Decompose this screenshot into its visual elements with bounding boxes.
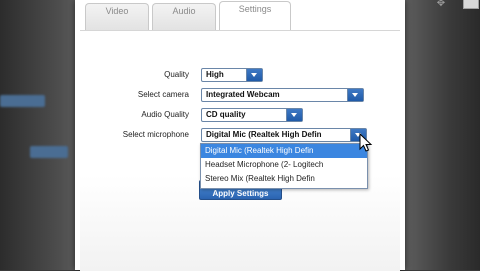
quality-select[interactable]: High xyxy=(201,68,263,82)
tab-video[interactable]: Video xyxy=(85,3,149,31)
quality-row: Quality High xyxy=(0,68,480,82)
audio-quality-select[interactable]: CD quality xyxy=(201,108,303,122)
move-icon[interactable]: ✥ xyxy=(435,0,447,9)
microphone-row: Select microphone Digital Mic (Realtek H… xyxy=(0,128,480,142)
background-blurred-button xyxy=(30,146,68,158)
microphone-option[interactable]: Stereo Mix (Realtek High Defin xyxy=(201,172,367,186)
audio-quality-value: CD quality xyxy=(206,110,246,119)
tab-settings[interactable]: Settings xyxy=(219,1,291,31)
audio-quality-label: Audio Quality xyxy=(141,110,189,119)
tab-audio[interactable]: Audio xyxy=(152,3,216,31)
chevron-down-icon[interactable] xyxy=(286,109,302,121)
quality-value: High xyxy=(206,70,224,79)
tab-bar: Video Audio Settings xyxy=(85,0,291,31)
mouse-cursor-icon xyxy=(359,133,373,152)
microphone-label: Select microphone xyxy=(122,130,189,139)
audio-quality-row: Audio Quality CD quality xyxy=(0,108,480,122)
chevron-down-icon[interactable] xyxy=(347,89,363,101)
camera-label: Select camera xyxy=(137,90,189,99)
camera-select[interactable]: Integrated Webcam xyxy=(201,88,364,102)
microphone-option[interactable]: Headset Microphone (2- Logitech xyxy=(201,158,367,172)
microphone-option[interactable]: Digital Mic (Realtek High Defin xyxy=(201,144,367,158)
microphone-select[interactable]: Digital Mic (Realtek High Defin xyxy=(201,128,367,142)
camera-row: Select camera Integrated Webcam xyxy=(0,88,480,102)
close-icon[interactable] xyxy=(463,0,479,9)
quality-label: Quality xyxy=(164,70,189,79)
microphone-value: Digital Mic (Realtek High Defin xyxy=(206,130,322,139)
microphone-dropdown-list: Digital Mic (Realtek High Defin Headset … xyxy=(200,143,368,189)
chevron-down-icon[interactable] xyxy=(246,69,262,81)
camera-value: Integrated Webcam xyxy=(206,90,280,99)
